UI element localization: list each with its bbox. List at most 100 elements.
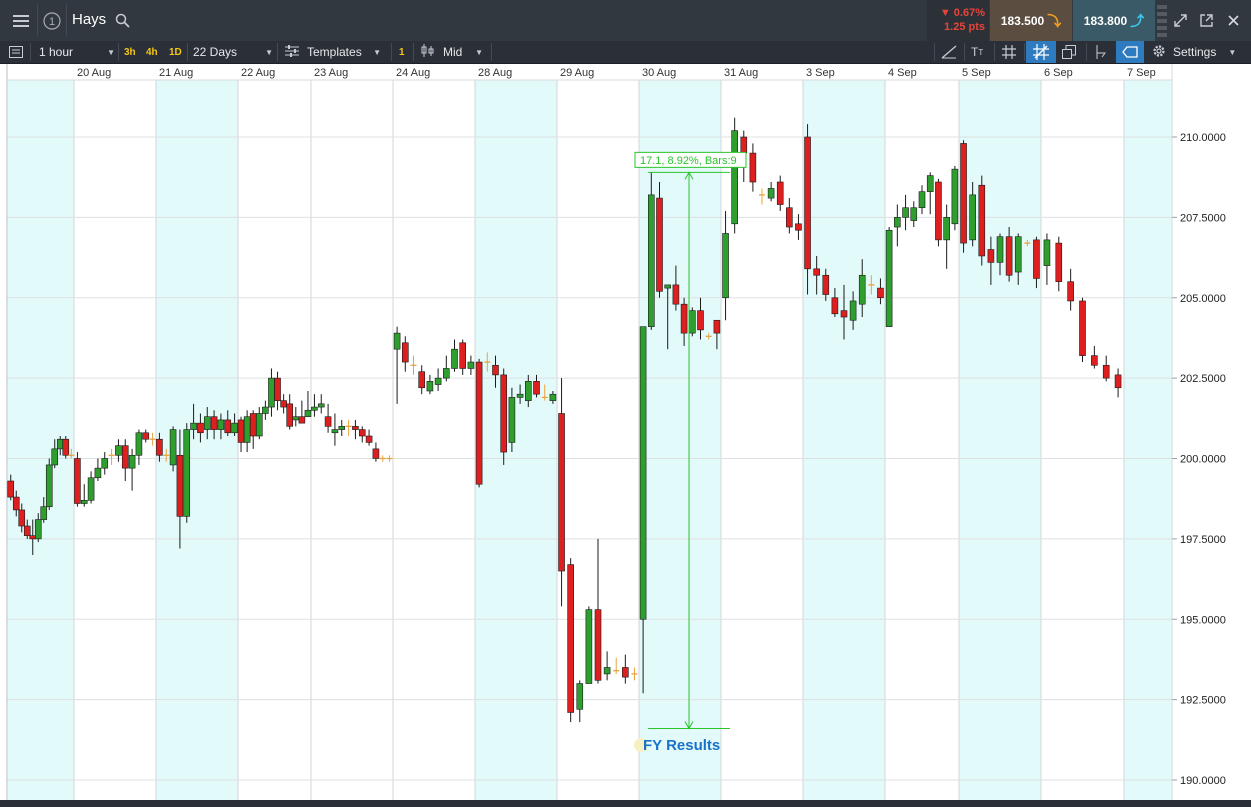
x-axis: 20 Aug 21 Aug 22 Aug 23 Aug 24 Aug 28 Aug 29 A… — [0, 64, 1251, 81]
x-tick-label: 22 Aug — [241, 67, 275, 79]
candle-body — [298, 416, 306, 424]
candle-body — [1079, 300, 1086, 356]
link-group-icon[interactable]: 1 — [41, 0, 63, 41]
price-change: ▼ 0.67% 1.25 pts — [927, 0, 989, 41]
event-label: FY Results — [643, 737, 720, 754]
candle-body — [87, 477, 95, 501]
candle-body — [500, 374, 508, 453]
x-tick-label: 31 Aug — [724, 67, 758, 79]
candle-body — [1067, 281, 1074, 302]
drag-handle-icon[interactable] — [1156, 0, 1168, 41]
grid-icon[interactable] — [1002, 41, 1016, 63]
tag-tool-icon[interactable] — [1116, 41, 1144, 63]
expand-icon[interactable] — [1171, 0, 1189, 41]
x-tick-label: 3 Sep — [806, 67, 835, 79]
candle-body — [996, 236, 1004, 263]
candle-body — [101, 458, 109, 469]
candle-body — [224, 419, 232, 434]
x-tick-label: 4 Sep — [888, 67, 917, 79]
templates-select[interactable]: Templates ▼ — [285, 41, 381, 63]
marker-tool-icon[interactable] — [1093, 41, 1107, 63]
candle-body — [268, 377, 275, 408]
candle-body — [656, 197, 663, 292]
candle-body — [156, 438, 163, 456]
range-select[interactable]: 22 Days ▼ — [193, 41, 273, 63]
session-band — [156, 80, 238, 800]
x-tick-label: 20 Aug — [77, 67, 111, 79]
candle-body — [34, 519, 42, 540]
candle-body — [135, 432, 143, 456]
candle-body — [722, 233, 729, 299]
candle-body — [286, 403, 294, 427]
candle-body — [524, 381, 532, 401]
candle-body — [567, 564, 574, 713]
candle-body — [418, 371, 426, 389]
candle-body — [664, 284, 672, 289]
x-tick-label: 30 Aug — [642, 67, 676, 79]
candle-body — [776, 181, 784, 205]
x-tick-label: 28 Aug — [478, 67, 512, 79]
y-tick-label: 195.0000 — [1180, 614, 1226, 626]
settings-button[interactable]: Settings ▼ — [1152, 41, 1236, 63]
candle-body — [1114, 374, 1122, 389]
buy-button[interactable]: 183.800 ⤴ — [1073, 0, 1155, 41]
y-tick-label: 205.0000 — [1180, 293, 1226, 305]
candle-body — [1033, 239, 1040, 279]
measure-label: 17.1, 8.92%, Bars:9 — [640, 155, 737, 167]
candle-body — [786, 207, 793, 228]
candle-body — [680, 303, 688, 334]
candle-body — [910, 207, 918, 221]
candle-body — [492, 364, 499, 376]
candle-body — [1014, 236, 1022, 273]
candle-body — [169, 429, 177, 466]
buy-arrow-icon: ⤴ — [1130, 12, 1145, 29]
y-tick-label: 190.0000 — [1180, 775, 1226, 787]
sell-button[interactable]: 183.500 ⤵ — [990, 0, 1072, 41]
interval-select[interactable]: 1 hour ▼ — [39, 41, 115, 63]
close-icon[interactable] — [1224, 0, 1242, 41]
candle-body — [672, 284, 680, 305]
candle-body — [731, 130, 738, 225]
y-tick-label: 200.0000 — [1180, 454, 1226, 466]
candle-body — [51, 448, 59, 466]
candle-body — [740, 136, 748, 154]
price-chart[interactable]: 20 Aug 21 Aug 22 Aug 23 Aug 24 Aug 28 Aug 29 A… — [0, 64, 1251, 800]
candle-body — [426, 381, 434, 392]
session-band — [475, 80, 557, 800]
chart-area[interactable]: 20 Aug 21 Aug 22 Aug 23 Aug 24 Aug 28 Aug 29 A… — [0, 64, 1251, 805]
down-arrow-icon: ▼ — [939, 7, 954, 19]
candle-body — [697, 310, 704, 331]
candle-body — [249, 413, 257, 437]
candle-body — [365, 435, 373, 443]
chart-list-icon[interactable] — [9, 41, 23, 63]
interval-3h[interactable]: 3h — [124, 41, 136, 63]
candle-body — [516, 393, 524, 398]
candle-body — [804, 136, 811, 270]
clone-icon[interactable] — [1062, 41, 1076, 63]
candle-body — [822, 274, 830, 295]
price-type-select[interactable]: Mid ▼ — [421, 41, 483, 63]
candle-body — [594, 609, 602, 681]
candle-body — [894, 217, 901, 228]
candle-body — [1102, 364, 1110, 379]
draw-line-icon[interactable] — [941, 41, 957, 63]
x-tick-label: 24 Aug — [396, 67, 430, 79]
interval-1d[interactable]: 1D — [169, 41, 182, 63]
indicator-count-badge[interactable]: 1 — [399, 41, 405, 63]
candle-body — [304, 409, 312, 418]
candle-body — [23, 525, 31, 536]
candle-body — [317, 403, 325, 408]
popout-icon[interactable] — [1197, 0, 1215, 41]
instrument-title[interactable]: Hays — [72, 11, 106, 28]
y-tick-label: 202.5000 — [1180, 373, 1226, 385]
candle-body — [442, 368, 450, 379]
menu-icon[interactable] — [8, 0, 34, 41]
text-tool-icon[interactable]: TT — [971, 41, 983, 63]
candle-body — [183, 429, 191, 517]
crosshair-tool-icon[interactable] — [1026, 41, 1056, 63]
candle-body — [237, 419, 245, 443]
interval-4h[interactable]: 4h — [146, 41, 158, 63]
search-icon[interactable] — [112, 0, 132, 41]
candle-body — [622, 667, 629, 678]
change-percent: ▼ 0.67% — [939, 7, 985, 19]
